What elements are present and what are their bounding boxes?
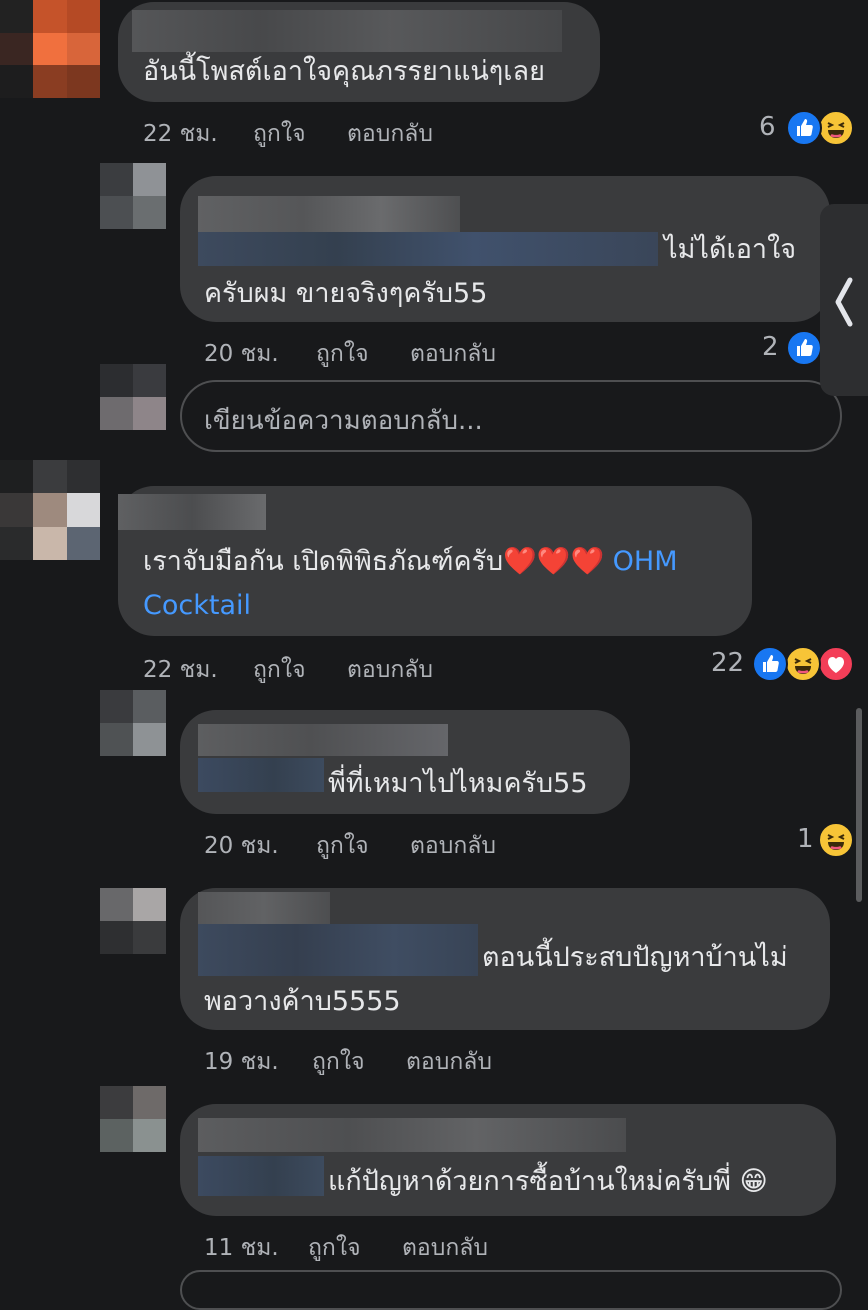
comment-text: ไม่ได้เอาใจ: [664, 234, 797, 265]
author-name-blurred[interactable]: [198, 1118, 626, 1152]
comment-text: ตอนนี้ประสบปัญหาบ้านไม่: [482, 942, 788, 973]
comment-time: 22 ชม.: [143, 121, 218, 147]
reply-link[interactable]: ตอบกลับ: [347, 116, 433, 152]
comment-time: 20 ชม.: [204, 833, 279, 859]
reaction-count[interactable]: 22: [711, 648, 744, 678]
avatar[interactable]: [100, 1086, 166, 1152]
mention-blurred[interactable]: [198, 1156, 324, 1196]
reaction-count[interactable]: 6: [759, 112, 776, 142]
like-link[interactable]: ถูกใจ: [316, 828, 369, 864]
reply-link[interactable]: ตอบกลับ: [410, 828, 496, 864]
comment-time: 20 ชม.: [204, 341, 279, 367]
avatar[interactable]: [100, 690, 166, 756]
avatar[interactable]: [0, 460, 100, 560]
like-reaction-icon: [786, 330, 822, 366]
reply-link[interactable]: ตอบกลับ: [406, 1044, 492, 1080]
mention-blurred[interactable]: [198, 924, 478, 976]
comment-meta: 19 ชม. ถูกใจ ตอบกลับ: [204, 1044, 604, 1075]
mention-link[interactable]: OHM: [613, 546, 678, 577]
comment-time: 22 ชม.: [143, 657, 218, 683]
chevron-left-icon: [835, 277, 853, 327]
comment-meta: 22 ชม. ถูกใจ ตอบกลับ: [143, 652, 543, 683]
comment-text: อันนี้โพสต์เอาใจคุณภรรยาแน่ๆเลย: [143, 56, 545, 87]
mention-link[interactable]: Cocktail: [143, 584, 251, 628]
comment-text: แก้ปัญหาด้วยการซื้อบ้านใหม่ครับพี่ 😁: [328, 1166, 768, 1197]
heart-emojis: ❤️❤️❤️: [503, 546, 605, 577]
like-reaction-icon: [752, 646, 788, 682]
mention-blurred[interactable]: [198, 758, 324, 792]
author-name-blurred[interactable]: [198, 196, 460, 232]
avatar[interactable]: [100, 888, 166, 954]
reaction-count[interactable]: 2: [762, 332, 779, 362]
avatar[interactable]: [0, 0, 100, 98]
reply-link[interactable]: ตอบกลับ: [347, 652, 433, 688]
love-reaction-icon: [818, 646, 854, 682]
author-name-blurred[interactable]: [198, 892, 330, 926]
reply-link[interactable]: ตอบกลับ: [410, 336, 496, 372]
like-link[interactable]: ถูกใจ: [253, 116, 306, 152]
comment-time: 19 ชม.: [204, 1049, 279, 1075]
comment-text: พอวางค้าบ5555: [204, 986, 401, 1017]
like-link[interactable]: ถูกใจ: [308, 1230, 361, 1266]
reply-input-partial[interactable]: [180, 1270, 842, 1310]
haha-reaction-icon: [785, 646, 821, 682]
comment-time: 11 ชม.: [204, 1235, 279, 1261]
like-link[interactable]: ถูกใจ: [316, 336, 369, 372]
avatar[interactable]: [100, 163, 166, 229]
author-name-blurred[interactable]: [132, 10, 562, 52]
comment-text: พี่ที่เหมาไปไหมครับ55: [328, 768, 588, 799]
reply-placeholder: เขียนข้อความตอบกลับ...: [204, 406, 483, 436]
author-name-blurred[interactable]: [198, 724, 448, 756]
comment-text: เราจับมือกัน เปิดพิพิธภัณฑ์ครับ❤️❤️❤️ OH…: [143, 546, 678, 577]
comment-text: ครับผม ขายจริงๆครับ55: [204, 278, 488, 309]
grin-emoji: 😁: [739, 1166, 768, 1197]
comment-meta: 20 ชม. ถูกใจ ตอบกลับ: [204, 336, 604, 367]
reaction-count[interactable]: 1: [797, 824, 814, 854]
side-panel-tab[interactable]: [820, 204, 868, 396]
like-link[interactable]: ถูกใจ: [253, 652, 306, 688]
comment-meta: 22 ชม. ถูกใจ ตอบกลับ: [143, 116, 543, 147]
haha-reaction-icon: [818, 110, 854, 146]
scrollbar[interactable]: [856, 708, 862, 902]
avatar: [100, 364, 166, 430]
comment-meta: 11 ชม. ถูกใจ ตอบกลับ: [204, 1230, 604, 1261]
author-name-blurred[interactable]: [118, 494, 266, 530]
like-reaction-icon: [786, 110, 822, 146]
mention-blurred[interactable]: [198, 232, 658, 266]
reply-link[interactable]: ตอบกลับ: [402, 1230, 488, 1266]
reply-input[interactable]: เขียนข้อความตอบกลับ...: [180, 380, 842, 452]
like-link[interactable]: ถูกใจ: [312, 1044, 365, 1080]
haha-reaction-icon: [818, 822, 854, 858]
comment-meta: 20 ชม. ถูกใจ ตอบกลับ: [204, 828, 604, 859]
